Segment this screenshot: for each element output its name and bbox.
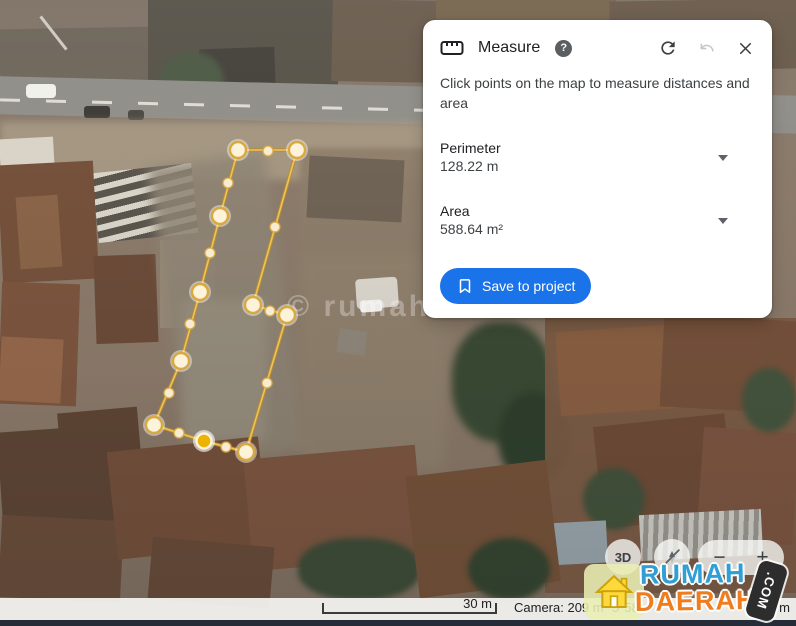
house-icon xyxy=(593,572,635,612)
map-texture-patch xyxy=(336,328,367,356)
map-texture-patch xyxy=(555,324,683,416)
map-texture-patch xyxy=(0,122,450,180)
rumah-daerah-logo: RUMAH DAERAH .COM xyxy=(583,558,795,626)
google-earth-window: © rumah123.com Measure ? xyxy=(0,0,796,626)
perimeter-row: Perimeter 128.22 m xyxy=(440,139,755,176)
bookmark-icon xyxy=(456,277,474,295)
map-texture-patch xyxy=(306,156,404,223)
perimeter-value: 128.22 m xyxy=(440,157,718,176)
close-icon[interactable] xyxy=(736,39,755,58)
map-texture-patch xyxy=(298,538,420,600)
measure-instructions: Click points on the map to measure dista… xyxy=(440,73,754,113)
map-texture-patch xyxy=(498,392,570,484)
map-texture-patch xyxy=(452,322,552,442)
map-texture-patch xyxy=(243,445,424,572)
logo-com-badge: .COM xyxy=(744,559,789,623)
map-texture-patch xyxy=(0,137,55,178)
map-texture-patch xyxy=(593,413,735,528)
area-dropdown-caret[interactable] xyxy=(718,218,728,224)
map-texture-patch xyxy=(0,27,153,96)
map-texture-patch xyxy=(93,254,158,344)
map-texture-patch xyxy=(0,161,99,284)
measure-panel-header: Measure ? xyxy=(440,34,755,62)
map-texture-patch xyxy=(660,315,796,414)
map-texture-patch xyxy=(405,460,561,598)
map-texture-patch xyxy=(0,424,135,531)
map-texture-patch xyxy=(468,538,550,600)
map-texture-patch xyxy=(84,106,110,118)
map-texture-patch xyxy=(199,47,276,96)
map-texture-patch xyxy=(0,282,80,407)
scale-bar xyxy=(322,603,497,614)
map-texture-patch xyxy=(0,336,64,403)
area-label: Area xyxy=(440,202,718,220)
map-texture-patch xyxy=(128,110,144,120)
panel-title: Measure xyxy=(478,39,540,57)
map-texture-patch xyxy=(148,0,338,92)
map-texture-patch xyxy=(182,300,267,440)
redo-icon[interactable] xyxy=(658,38,678,58)
map-texture-patch xyxy=(160,240,215,328)
map-texture-patch xyxy=(0,98,460,112)
map-texture-patch xyxy=(160,52,224,110)
perimeter-label: Perimeter xyxy=(440,139,718,157)
logo-text-daerah: DAERAH xyxy=(635,585,757,618)
measure-panel: Measure ? Click points on the map to xyxy=(423,20,772,318)
map-texture-patch xyxy=(300,148,432,260)
save-button-label: Save to project xyxy=(482,278,575,294)
map-texture-patch xyxy=(696,427,796,545)
map-texture-patch xyxy=(39,16,67,51)
undo-icon[interactable] xyxy=(697,38,717,58)
help-icon[interactable]: ? xyxy=(555,40,572,57)
map-texture-patch xyxy=(0,515,124,603)
map-texture-patch xyxy=(92,163,199,243)
perimeter-dropdown-caret[interactable] xyxy=(718,155,728,161)
map-texture-patch xyxy=(742,368,796,432)
map-texture-patch xyxy=(148,151,307,465)
map-texture-patch xyxy=(107,436,269,559)
map-texture-patch xyxy=(583,468,645,530)
area-value: 588.64 m² xyxy=(440,220,718,239)
ruler-icon xyxy=(440,38,464,58)
map-texture-patch xyxy=(16,195,63,270)
map-texture-patch xyxy=(57,407,143,484)
map-texture-patch xyxy=(26,84,56,98)
save-to-project-button[interactable]: Save to project xyxy=(440,268,591,304)
area-row: Area 588.64 m² xyxy=(440,202,755,239)
